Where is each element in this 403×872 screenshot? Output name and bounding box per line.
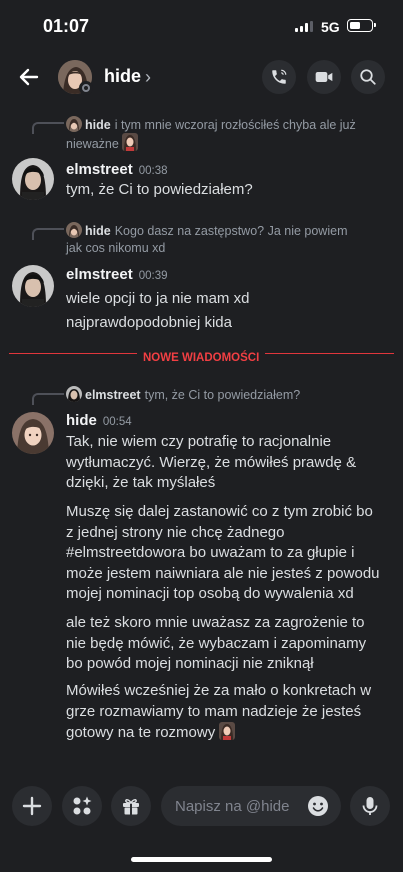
signal-icon	[295, 21, 313, 32]
reply-avatar	[66, 222, 82, 238]
avatar[interactable]	[12, 265, 54, 307]
search-icon	[360, 69, 376, 85]
smiley-icon	[308, 796, 328, 816]
chat-header: hide ›	[0, 52, 403, 106]
status-bar: 01:07 5G	[0, 0, 403, 52]
message-text: Muszę się dalej zastanowić co z tym zrob…	[66, 503, 380, 602]
message-author[interactable]: elmstreet 00:38	[66, 161, 167, 178]
reply-connector	[32, 122, 64, 134]
reply-preview[interactable]: hide i tym mnie wczoraj rozłościłeś chyba…	[66, 116, 396, 134]
message-text: Tak, nie wiem czy potrafię to racjonalni…	[66, 433, 357, 491]
back-button[interactable]	[16, 64, 42, 90]
message-text: wiele opcji to ja nie mam xd najprawdopo…	[66, 290, 250, 331]
reply-author: hide	[85, 224, 111, 238]
new-messages-label: NOWE WIADOMOŚCI	[137, 352, 266, 364]
message-text: ale też skoro mnie uważasz za zagrożenie…	[66, 614, 367, 672]
reply-connector	[32, 228, 64, 240]
reply-author: elmstreet	[85, 388, 141, 402]
reply-text: jak cos nikomu xd	[66, 241, 166, 255]
reply-connector	[32, 393, 64, 405]
offline-status-icon	[79, 81, 93, 95]
voice-message-button[interactable]	[350, 786, 390, 826]
network-type: 5G	[321, 19, 340, 35]
message-author[interactable]: elmstreet 00:39	[66, 266, 167, 283]
status-time: 01:07	[43, 16, 90, 36]
microphone-icon	[362, 797, 378, 815]
header-title[interactable]: hide	[104, 66, 141, 87]
message-timestamp: 00:38	[138, 165, 168, 177]
home-indicator	[131, 857, 272, 862]
message-text: Mówiłeś wcześniej że za mało o konkretac…	[66, 682, 372, 741]
reply-preview-continued[interactable]: jak cos nikomu xd	[66, 240, 165, 257]
reply-preview[interactable]: hide Kogo dasz na zastępstwo? Ja nie powi…	[66, 222, 396, 240]
custom-emoji-icon	[122, 133, 139, 151]
call-button[interactable]	[262, 60, 296, 94]
gift-button[interactable]	[111, 786, 151, 826]
emoji-button[interactable]	[307, 795, 329, 817]
add-attachment-button[interactable]	[12, 786, 52, 826]
reply-preview[interactable]: elmstreet tym, że Ci to powiedziałem?	[66, 386, 396, 404]
custom-emoji-icon	[219, 722, 236, 740]
phone-icon	[272, 69, 287, 84]
reply-text: nieważne	[66, 137, 119, 151]
avatar[interactable]	[12, 412, 54, 454]
message-timestamp: 00:54	[102, 416, 132, 428]
message-author[interactable]: hide 00:54	[66, 412, 132, 429]
reply-author: hide	[85, 118, 111, 132]
search-button[interactable]	[351, 60, 385, 94]
message-input[interactable]	[175, 786, 305, 826]
message-input-container[interactable]	[161, 786, 341, 826]
avatar[interactable]	[12, 158, 54, 200]
message-text: tym, że Ci to powiedziałem?	[66, 181, 253, 198]
reply-avatar	[66, 386, 82, 402]
reply-preview-continued[interactable]: nieważne	[66, 133, 139, 153]
chevron-right-icon[interactable]: ›	[145, 67, 151, 88]
apps-button[interactable]	[62, 786, 102, 826]
message-timestamp: 00:39	[138, 270, 168, 282]
message-composer	[0, 776, 403, 836]
reply-text: tym, że Ci to powiedziałem?	[144, 388, 301, 402]
video-call-button[interactable]	[307, 60, 341, 94]
reply-text: Kogo dasz na zastępstwo? Ja nie powiem	[114, 224, 348, 238]
video-camera-icon	[315, 72, 333, 82]
gift-icon	[123, 799, 139, 815]
plus-icon	[22, 796, 42, 816]
reply-avatar	[66, 116, 82, 132]
arrow-left-icon	[19, 68, 39, 86]
sparkle-apps-icon	[73, 796, 92, 815]
battery-icon	[347, 19, 376, 32]
reply-text: i tym mnie wczoraj rozłościłeś chyba ale…	[114, 118, 356, 132]
message-list[interactable]: hide i tym mnie wczoraj rozłościłeś chyba…	[0, 108, 403, 776]
